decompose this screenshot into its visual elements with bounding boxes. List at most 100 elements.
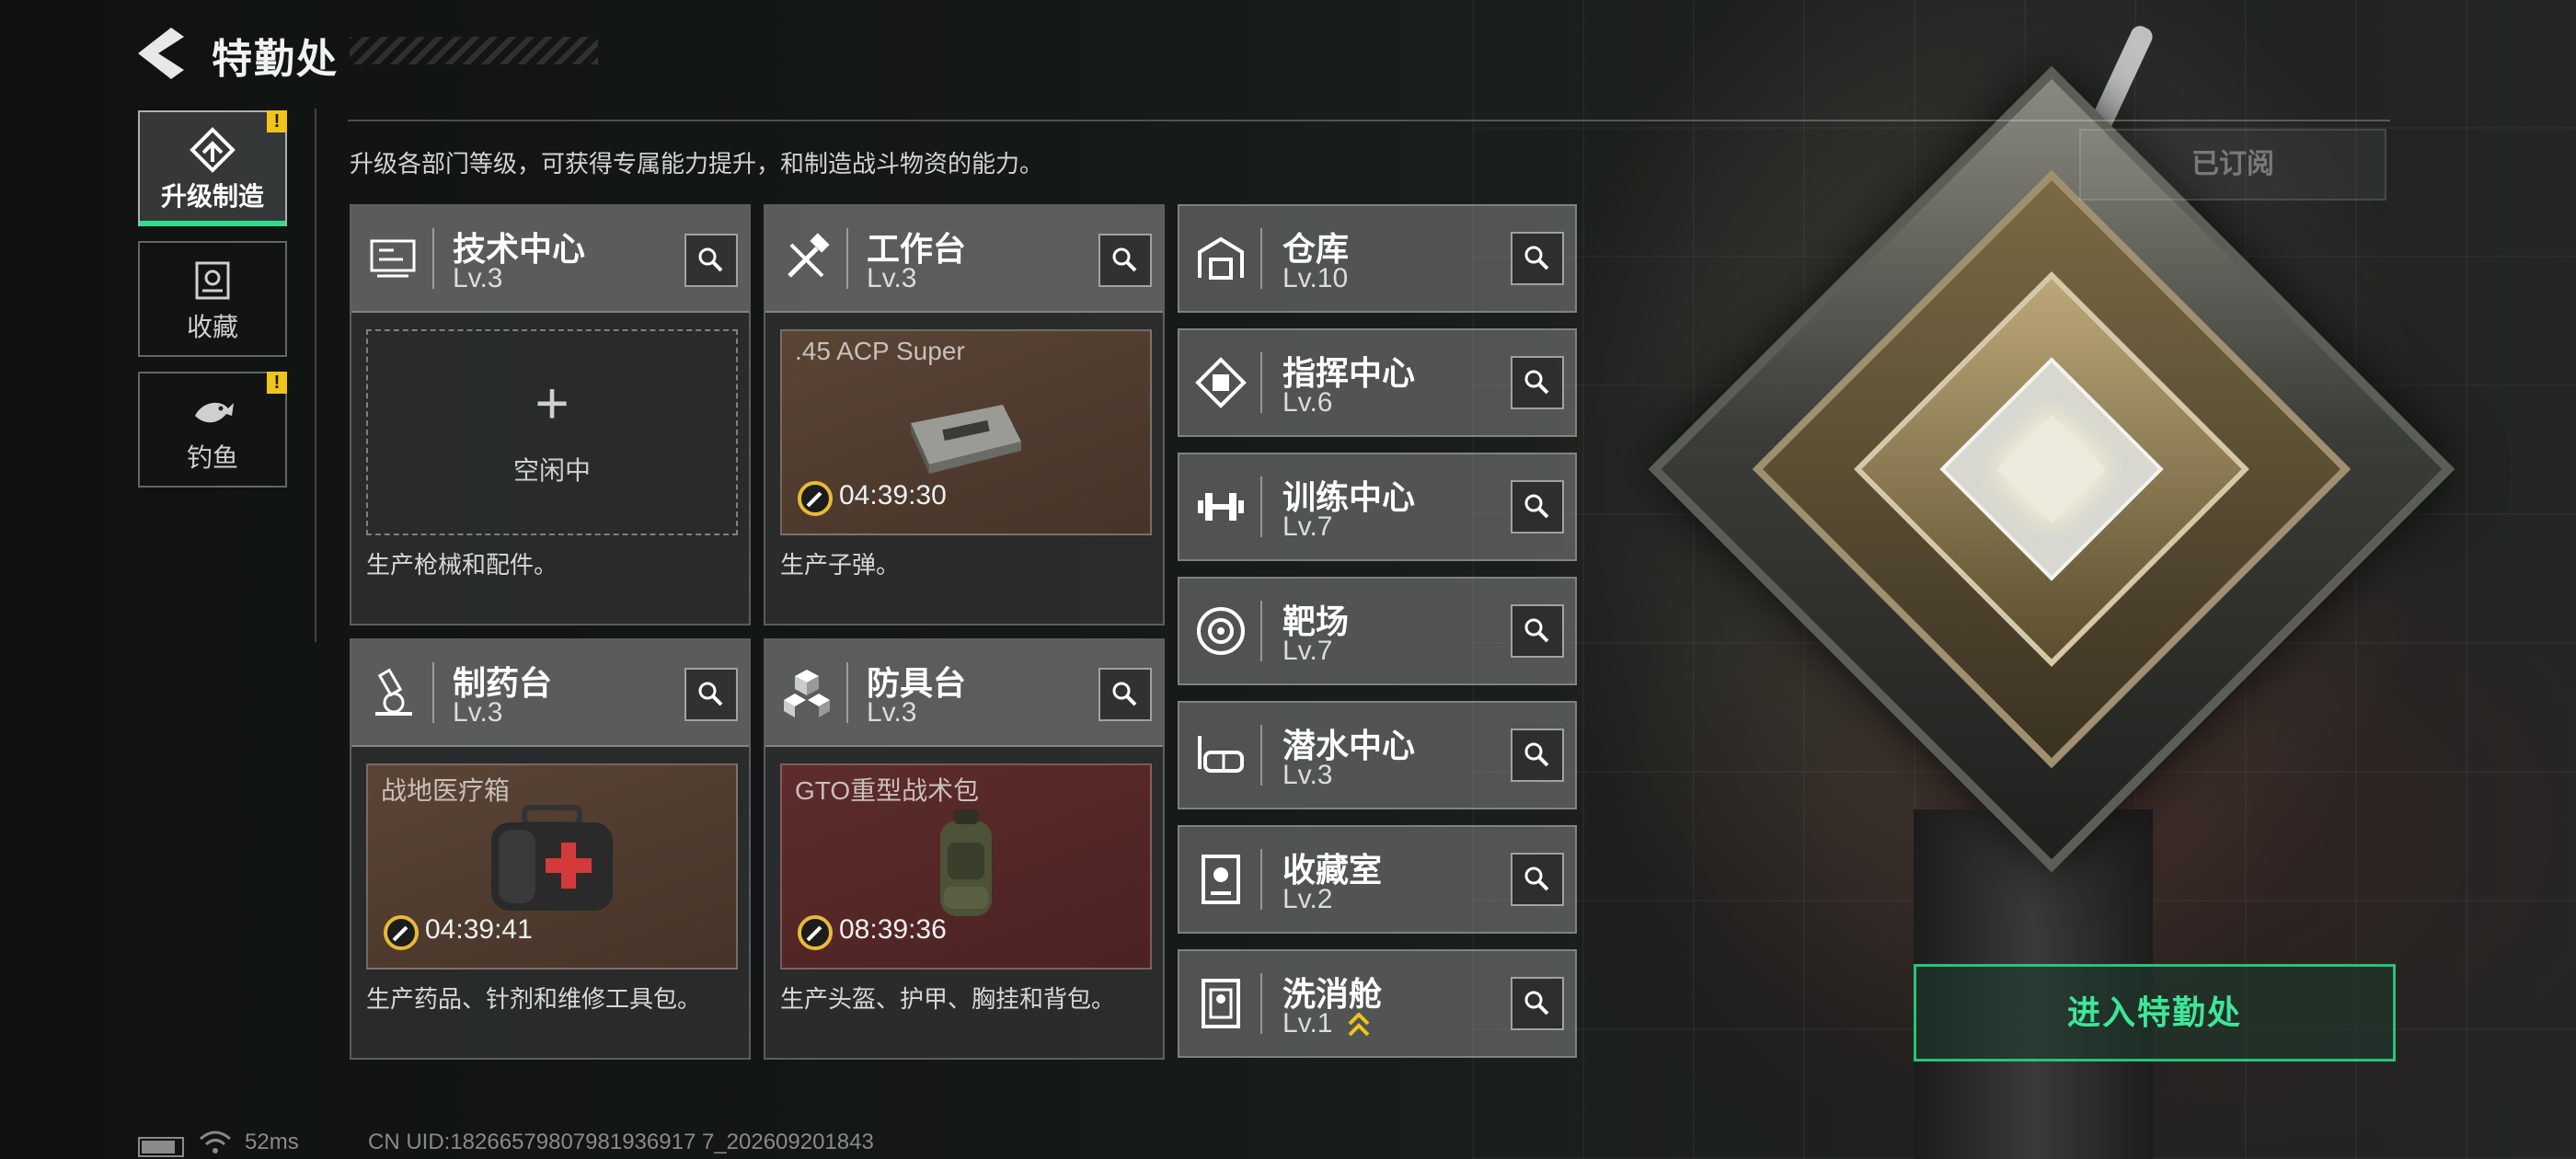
search-button[interactable] <box>1511 977 1564 1030</box>
search-icon <box>698 682 723 706</box>
dept-level-row: Lv.1 <box>1282 1008 1370 1039</box>
search-button[interactable] <box>1098 668 1152 721</box>
search-icon <box>1112 682 1137 706</box>
dumbbell-icon <box>1198 493 1244 521</box>
medkit-image <box>491 805 613 911</box>
ammo-box-image <box>911 405 1021 474</box>
target-icon <box>1197 607 1245 655</box>
card-header: 技术中心 Lv.3 <box>351 206 749 313</box>
dept-card-pharmacy[interactable]: 制药台 Lv.3 战地医疗箱 04:39:41 生产药品、针剂和维修工具包。 <box>350 638 751 1060</box>
wrench-timer-icon <box>798 481 833 516</box>
dept-level: Lv.3 <box>867 697 917 728</box>
product-name: .45 ACP Super <box>795 337 965 365</box>
dept-row-training-center[interactable]: 训练中心 Lv.7 <box>1178 453 1577 561</box>
title-decoration <box>350 37 598 64</box>
wrench-timer-icon <box>798 915 833 950</box>
card-header: 制药台 Lv.3 <box>351 640 749 747</box>
decontamination-icon <box>1202 979 1240 1028</box>
search-button[interactable] <box>1511 729 1564 782</box>
alert-badge: ! <box>267 372 287 394</box>
wrench-timer-icon <box>384 915 419 950</box>
dept-card-tech-center[interactable]: 技术中心 Lv.3 + 空闲中 生产枪械和配件。 <box>350 204 751 625</box>
nav-label: 钓鱼 <box>186 443 238 472</box>
dept-description: 生产子弹。 <box>780 551 901 579</box>
search-icon <box>1524 742 1549 767</box>
search-icon <box>1524 246 1549 270</box>
page-title: 特勤处 <box>212 37 339 82</box>
nav-collection[interactable]: 收藏 <box>138 241 287 357</box>
production-slot[interactable]: 战地医疗箱 04:39:41 <box>366 763 738 970</box>
ping-text: 52ms <box>245 1130 299 1154</box>
production-timer: 04:39:30 <box>839 480 947 511</box>
nav-upgrade[interactable]: 升级制造 ! <box>138 110 287 226</box>
nav-fishing[interactable]: 钓鱼 ! <box>138 372 287 488</box>
dept-level: Lv.3 <box>1282 760 1333 790</box>
microscope-icon <box>375 668 412 716</box>
dept-level: Lv.6 <box>1282 387 1333 418</box>
dept-level: Lv.3 <box>867 263 917 293</box>
search-icon <box>1524 618 1549 643</box>
search-icon <box>1524 866 1549 891</box>
search-button[interactable] <box>1511 480 1564 534</box>
dept-level: Lv.3 <box>453 263 503 293</box>
dept-row-collection-room[interactable]: 收藏室 Lv.2 <box>1178 825 1577 934</box>
search-button[interactable] <box>684 668 738 721</box>
enter-headquarters-button[interactable]: 进入特勤处 <box>1914 964 2396 1061</box>
cubes-icon <box>784 670 830 717</box>
add-production-icon[interactable]: + <box>368 373 736 432</box>
dept-level: Lv.10 <box>1282 263 1349 293</box>
collection-icon <box>195 261 230 300</box>
dept-row-command-center[interactable]: 指挥中心 Lv.6 <box>1178 328 1577 437</box>
nav-label: 收藏 <box>186 313 238 341</box>
idle-status: 空闲中 <box>512 456 591 485</box>
search-icon <box>1524 494 1549 519</box>
dept-card-armor[interactable]: 防具台 Lv.3 GTO重型战术包 08:39:36 生产头盔、护甲、胸挂和背包… <box>764 638 1165 1060</box>
active-indicator <box>140 221 285 226</box>
description-text: 升级各部门等级，可获得专属能力提升，和制造战斗物资的能力。 <box>350 150 1044 178</box>
search-button[interactable] <box>1511 853 1564 906</box>
upgrade-icon <box>190 127 236 173</box>
card-header: 工作台 Lv.3 <box>765 206 1163 313</box>
dept-card-workbench[interactable]: 工作台 Lv.3 .45 ACP Super 04:39:30 生产子弹。 <box>764 204 1165 625</box>
trophy-room-icon <box>1202 855 1240 904</box>
search-icon <box>1524 991 1549 1016</box>
idle-slot[interactable]: + 空闲中 <box>366 329 738 535</box>
dept-row-shooting-range[interactable]: 靶场 Lv.7 <box>1178 577 1577 685</box>
dept-description: 生产枪械和配件。 <box>366 551 558 579</box>
search-button[interactable] <box>1511 356 1564 409</box>
production-slot[interactable]: .45 ACP Super 04:39:30 <box>780 329 1152 535</box>
dept-level: Lv.3 <box>453 697 503 728</box>
battery-icon <box>138 1137 184 1157</box>
alert-badge: ! <box>267 110 287 132</box>
warehouse-icon <box>1198 236 1244 280</box>
dept-level: Lv.7 <box>1282 511 1333 542</box>
search-icon <box>698 247 723 272</box>
search-button[interactable] <box>1511 232 1564 285</box>
dept-row-diving-center[interactable]: 潜水中心 Lv.3 <box>1178 701 1577 809</box>
circuit-board-icon <box>370 239 416 278</box>
back-arrow-icon[interactable] <box>138 28 184 79</box>
search-button[interactable] <box>684 234 738 287</box>
wifi-icon <box>200 1130 231 1153</box>
chip-icon <box>1195 357 1247 408</box>
product-name: GTO重型战术包 <box>795 776 980 805</box>
dept-level: Lv.7 <box>1282 636 1333 666</box>
diving-mask-icon <box>1198 736 1244 773</box>
dept-row-warehouse[interactable]: 仓库 Lv.10 <box>1178 204 1577 313</box>
search-icon <box>1112 247 1137 272</box>
subscribed-button[interactable]: 已订阅 <box>2079 129 2386 201</box>
divider <box>348 120 2390 121</box>
production-slot[interactable]: GTO重型战术包 08:39:36 <box>780 763 1152 970</box>
fish-icon <box>195 402 234 423</box>
search-button[interactable] <box>1098 234 1152 287</box>
search-button[interactable] <box>1511 604 1564 658</box>
production-timer: 04:39:41 <box>425 914 533 945</box>
dept-description: 生产药品、针剂和维修工具包。 <box>366 985 702 1013</box>
tools-icon <box>788 233 830 278</box>
card-header: 防具台 Lv.3 <box>765 640 1163 747</box>
divider <box>315 109 316 642</box>
search-icon <box>1524 370 1549 395</box>
dept-row-decontamination[interactable]: 洗消舱 Lv.1 <box>1178 949 1577 1058</box>
dept-level: Lv.1 <box>1282 1008 1333 1039</box>
dept-description: 生产头盔、护甲、胸挂和背包。 <box>780 985 1116 1013</box>
